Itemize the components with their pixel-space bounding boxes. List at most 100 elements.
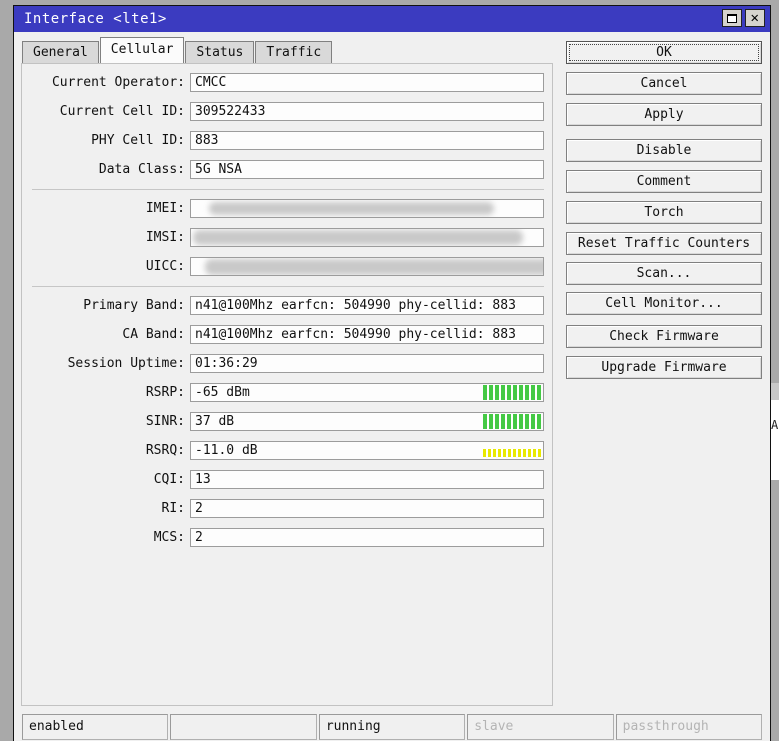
cancel-button[interactable]: Cancel (566, 72, 762, 95)
field-value: 2 (195, 501, 203, 516)
scan-button[interactable]: Scan... (566, 262, 762, 285)
field-value: 37 dB (195, 414, 234, 429)
field-label: CA Band: (22, 325, 190, 344)
status-bar: enabled running slave passthrough (22, 714, 762, 740)
imei-input[interactable] (190, 199, 544, 218)
field-row: Current Cell ID: 309522433 (22, 102, 544, 121)
section-divider (32, 189, 544, 190)
field-label: Primary Band: (22, 296, 190, 315)
cellular-fields-panel: Current Operator: CMCC Current Cell ID: … (21, 63, 553, 706)
field-value: 309522433 (195, 104, 265, 119)
tab-status[interactable]: Status (185, 41, 254, 63)
current-operator-input[interactable]: CMCC (190, 73, 544, 92)
cell-monitor-button[interactable]: Cell Monitor... (566, 292, 762, 315)
rsrp-signal-bars (483, 385, 541, 400)
status-empty (170, 714, 316, 740)
maximize-icon (727, 14, 737, 23)
interface-window: Interface <lte1> ✕ General Cellular Stat… (13, 5, 771, 741)
field-value: -65 dBm (195, 385, 250, 400)
field-label: SINR: (22, 412, 190, 431)
disable-button[interactable]: Disable (566, 139, 762, 162)
field-row: CQI: 13 (22, 470, 544, 489)
close-icon: ✕ (751, 11, 760, 25)
window-titlebar[interactable]: Interface <lte1> ✕ (14, 6, 770, 32)
field-label: PHY Cell ID: (22, 131, 190, 150)
field-label: IMSI: (22, 228, 190, 247)
field-label: Current Operator: (22, 73, 190, 92)
maximize-button[interactable] (722, 9, 742, 27)
field-value: 01:36:29 (195, 356, 258, 371)
field-label: CQI: (22, 470, 190, 489)
upgrade-firmware-button[interactable]: Upgrade Firmware (566, 356, 762, 379)
field-row: UICC: (22, 257, 544, 276)
background-window-text: A (771, 400, 779, 480)
field-row: IMSI: (22, 228, 544, 247)
field-value: n41@100Mhz earfcn: 504990 phy-cellid: 88… (195, 298, 516, 313)
field-value: n41@100Mhz earfcn: 504990 phy-cellid: 88… (195, 327, 516, 342)
field-row: MCS: 2 (22, 528, 544, 547)
session-uptime-input[interactable]: 01:36:29 (190, 354, 544, 373)
field-row: RI: 2 (22, 499, 544, 518)
cqi-input[interactable]: 13 (190, 470, 544, 489)
ca-band-input[interactable]: n41@100Mhz earfcn: 504990 phy-cellid: 88… (190, 325, 544, 344)
field-row: IMEI: (22, 199, 544, 218)
imsi-input[interactable] (190, 228, 544, 247)
tab-general[interactable]: General (22, 41, 99, 63)
field-row: PHY Cell ID: 883 (22, 131, 544, 150)
primary-band-input[interactable]: n41@100Mhz earfcn: 504990 phy-cellid: 88… (190, 296, 544, 315)
rsrq-signal-bars (483, 449, 541, 457)
redacted-value (205, 259, 544, 275)
field-value: CMCC (195, 75, 226, 90)
reset-traffic-counters-button[interactable]: Reset Traffic Counters (566, 232, 762, 255)
status-enabled: enabled (22, 714, 168, 740)
background-window-peek: A (771, 383, 779, 480)
redacted-value (193, 230, 523, 245)
mcs-input[interactable]: 2 (190, 528, 544, 547)
field-label: Data Class: (22, 160, 190, 179)
current-cell-id-input[interactable]: 309522433 (190, 102, 544, 121)
apply-button[interactable]: Apply (566, 103, 762, 126)
field-label: RSRQ: (22, 441, 190, 460)
data-class-input[interactable]: 5G NSA (190, 160, 544, 179)
field-row: Data Class: 5G NSA (22, 160, 544, 179)
field-label: Session Uptime: (22, 354, 190, 373)
sinr-input[interactable]: 37 dB (190, 412, 544, 431)
field-label: MCS: (22, 528, 190, 547)
sinr-signal-bars (483, 414, 541, 429)
field-label: UICC: (22, 257, 190, 276)
field-row: RSRP: -65 dBm (22, 383, 544, 402)
section-divider (32, 286, 544, 287)
field-value: -11.0 dB (195, 443, 258, 458)
field-label: Current Cell ID: (22, 102, 190, 121)
rsrp-input[interactable]: -65 dBm (190, 383, 544, 402)
field-value: 883 (195, 133, 218, 148)
ri-input[interactable]: 2 (190, 499, 544, 518)
field-row: SINR: 37 dB (22, 412, 544, 431)
field-label: IMEI: (22, 199, 190, 218)
field-row: Current Operator: CMCC (22, 73, 544, 92)
field-label: RSRP: (22, 383, 190, 402)
torch-button[interactable]: Torch (566, 201, 762, 224)
tab-bar: General Cellular Status Traffic (22, 37, 333, 63)
field-value: 5G NSA (195, 162, 242, 177)
close-button[interactable]: ✕ (745, 9, 765, 27)
field-row: Session Uptime: 01:36:29 (22, 354, 544, 373)
tab-traffic[interactable]: Traffic (255, 41, 332, 63)
ok-button[interactable]: OK (566, 41, 762, 64)
redacted-value (209, 202, 494, 215)
comment-button[interactable]: Comment (566, 170, 762, 193)
field-row: Primary Band: n41@100Mhz earfcn: 504990 … (22, 296, 544, 315)
rsrq-input[interactable]: -11.0 dB (190, 441, 544, 460)
check-firmware-button[interactable]: Check Firmware (566, 325, 762, 348)
status-passthrough: passthrough (616, 714, 762, 740)
status-running: running (319, 714, 465, 740)
field-value: 2 (195, 530, 203, 545)
field-row: RSRQ: -11.0 dB (22, 441, 544, 460)
tab-cellular[interactable]: Cellular (100, 37, 185, 63)
phy-cell-id-input[interactable]: 883 (190, 131, 544, 150)
status-slave: slave (467, 714, 613, 740)
field-label: RI: (22, 499, 190, 518)
field-row: CA Band: n41@100Mhz earfcn: 504990 phy-c… (22, 325, 544, 344)
window-title: Interface <lte1> (24, 11, 167, 27)
uicc-input[interactable] (190, 257, 544, 276)
